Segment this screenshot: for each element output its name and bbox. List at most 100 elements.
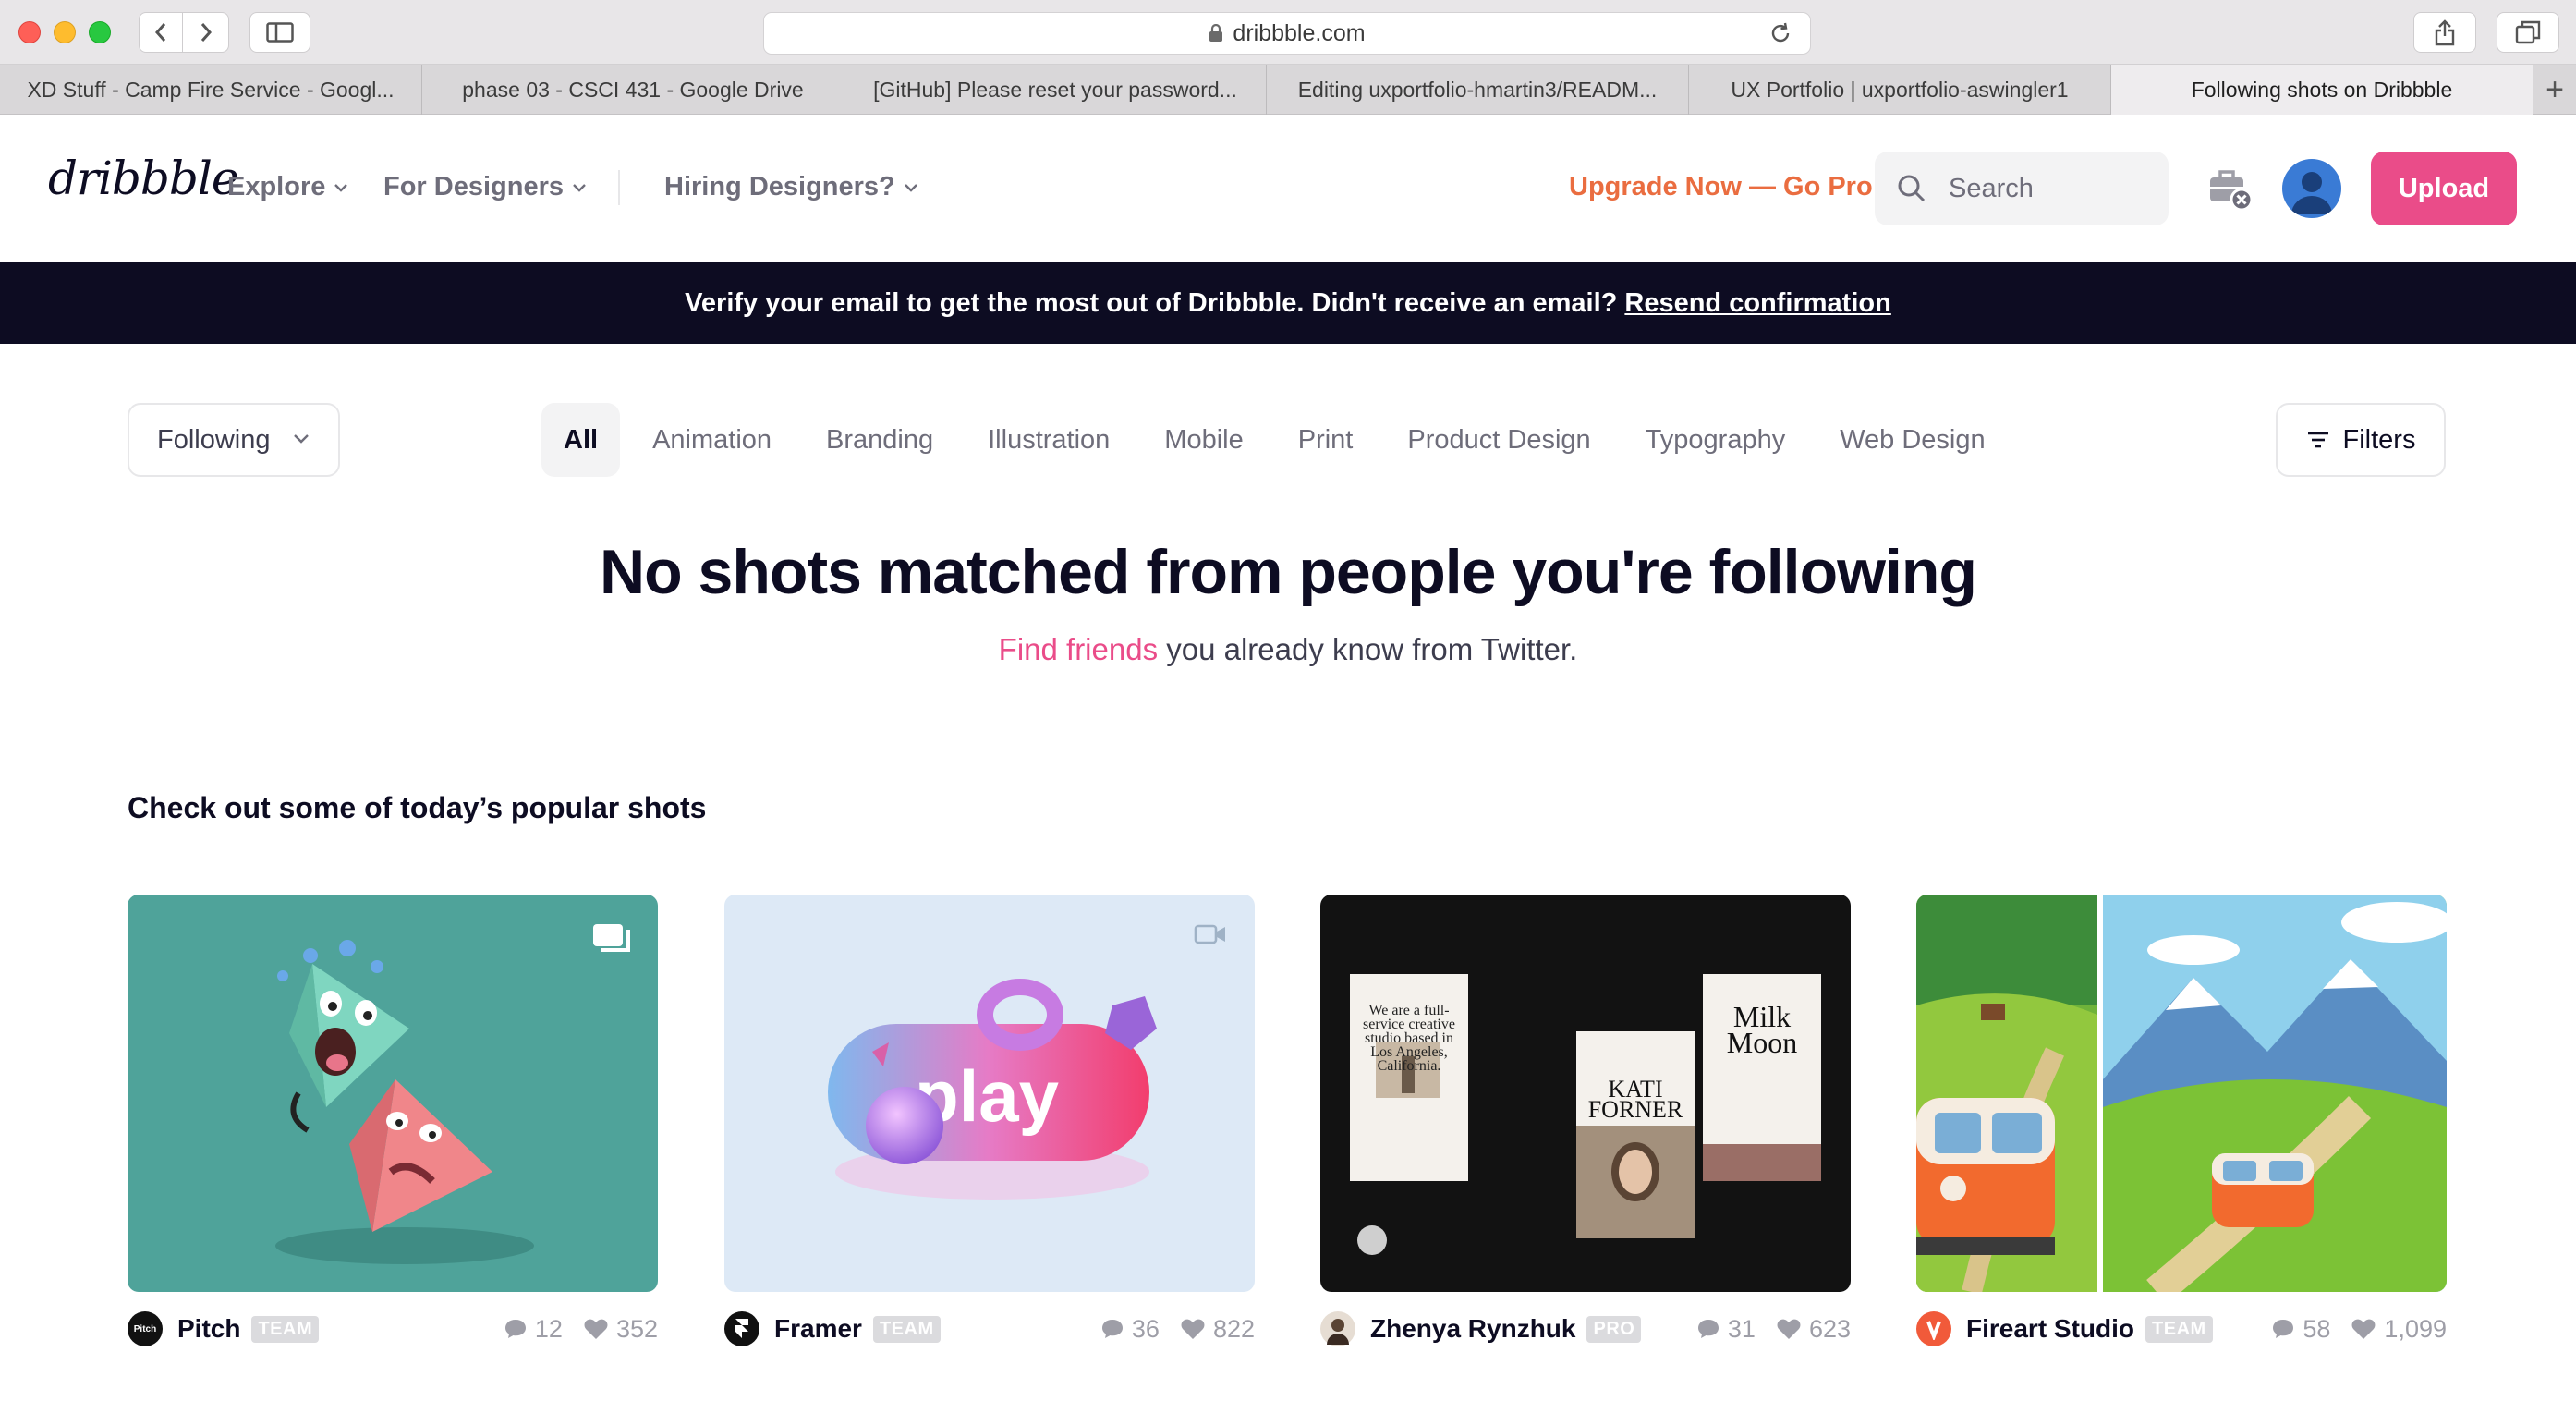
shot-stats: 12 352 (504, 1315, 658, 1344)
category-tabs: All Animation Branding Illustration Mobi… (541, 403, 2018, 477)
briefcase-icon[interactable] (2206, 164, 2253, 213)
site-header: dribbble Explore For Designers Hiring De… (0, 115, 2576, 262)
comment-count: 12 (534, 1314, 563, 1343)
shot-thumbnail[interactable]: We are a full-service creative studio ba… (1320, 895, 1851, 1292)
verify-email-banner: Verify your email to get the most out of… (0, 262, 2576, 344)
category-tab-product-design[interactable]: Product Design (1385, 403, 1612, 477)
category-tab-illustration[interactable]: Illustration (966, 403, 1132, 477)
heart-icon[interactable] (583, 1318, 609, 1340)
minimize-window-button[interactable] (54, 21, 76, 43)
browser-tab-active[interactable]: Following shots on Dribbble (2111, 65, 2533, 115)
team-avatar[interactable] (724, 1311, 759, 1346)
shot-thumbnail[interactable] (128, 895, 658, 1292)
comment-icon (2273, 1320, 2294, 1338)
sidebar-toggle-button[interactable] (249, 12, 310, 53)
comment-count: 58 (2303, 1314, 2331, 1343)
user-avatar[interactable] (2282, 159, 2341, 218)
feed-select-dropdown[interactable]: Following (128, 403, 340, 477)
dribbble-logo[interactable]: dribbble (48, 152, 239, 205)
shot-author[interactable]: Framer (774, 1314, 862, 1344)
find-friends-link[interactable]: Find friends (999, 632, 1158, 666)
comment-count: 31 (1727, 1314, 1756, 1343)
category-tab-typography[interactable]: Typography (1623, 403, 1808, 477)
category-tab-animation[interactable]: Animation (630, 403, 794, 477)
nav-hiring-designers[interactable]: Hiring Designers? (664, 172, 919, 202)
browser-tab[interactable]: [GitHub] Please reset your password... (844, 65, 1267, 115)
shot-meta: Pitch Pitch TEAM 12 352 (128, 1292, 658, 1366)
shot-stats: 58 1,099 (2271, 1315, 2447, 1344)
fireart-logo-icon (1926, 1321, 1941, 1340)
share-button[interactable] (2413, 12, 2476, 53)
category-tab-mobile[interactable]: Mobile (1142, 403, 1265, 477)
shot-illustration (275, 940, 534, 1264)
chevron-left-icon (154, 23, 166, 42)
filter-icon (2307, 432, 2328, 448)
shot-author[interactable]: Fireart Studio (1966, 1314, 2134, 1344)
close-window-button[interactable] (18, 21, 41, 43)
browser-tab[interactable]: XD Stuff - Camp Fire Service - Googl... (0, 65, 422, 115)
nav-explore[interactable]: Explore (227, 172, 349, 202)
heart-icon[interactable] (2351, 1318, 2376, 1340)
browser-tab[interactable]: UX Portfolio | uxportfolio-aswingler1 (1689, 65, 2111, 115)
forward-button[interactable] (183, 12, 229, 53)
feed-select-value: Following (157, 424, 271, 455)
search-input[interactable]: Search (1875, 152, 2169, 225)
chevron-down-icon (573, 183, 586, 192)
url-text: dribbble.com (1233, 19, 1366, 46)
heart-icon[interactable] (1180, 1318, 1206, 1340)
milk-moon-text: Milk Moon (1726, 1004, 1798, 1059)
banner-text: Verify your email to get the most out of… (685, 287, 1618, 318)
category-tab-all[interactable]: All (541, 403, 621, 477)
browser-tab[interactable]: Editing uxportfolio-hmartin3/READM... (1267, 65, 1689, 115)
filters-button[interactable]: Filters (2276, 403, 2446, 477)
video-icon (1194, 924, 1225, 944)
nav-for-designers[interactable]: For Designers (383, 172, 588, 202)
pro-badge: PRO (1586, 1315, 1642, 1343)
upload-button[interactable]: Upload (2371, 152, 2517, 225)
reload-icon[interactable] (1768, 20, 1793, 46)
framer-logo-icon (735, 1319, 748, 1338)
address-bar[interactable]: dribbble.com (763, 12, 1811, 55)
nav-hiring-label: Hiring Designers? (664, 172, 895, 201)
new-tab-button[interactable]: + (2533, 65, 2576, 115)
designer-avatar[interactable] (1320, 1311, 1355, 1346)
empty-state-subtitle-text: you already know from Twitter. (1158, 632, 1578, 666)
browser-tab[interactable]: phase 03 - CSCI 431 - Google Drive (422, 65, 844, 115)
nav-for-designers-label: For Designers (383, 172, 564, 201)
shot-illustration: We are a full-service creative studio ba… (1350, 974, 1821, 1255)
category-tab-print[interactable]: Print (1276, 403, 1376, 477)
studio-text: We are a full-service creative studio ba… (1363, 1004, 1455, 1074)
like-count: 1,099 (2384, 1314, 2447, 1343)
team-avatar[interactable]: Pitch (128, 1311, 163, 1346)
shot-meta: Fireart Studio TEAM 58 1,099 (1916, 1292, 2447, 1366)
team-badge: TEAM (251, 1315, 320, 1343)
name-text: KATI FORNER (1587, 1079, 1683, 1123)
category-tab-web-design[interactable]: Web Design (1817, 403, 2007, 477)
heart-icon[interactable] (1776, 1318, 1802, 1340)
shot-stats: 36 822 (1100, 1315, 1255, 1344)
resend-confirmation-link[interactable]: Resend confirmation (1624, 288, 1890, 319)
team-badge: TEAM (2145, 1315, 2213, 1343)
tab-bar: XD Stuff - Camp Fire Service - Googl... … (0, 65, 2576, 115)
category-tab-branding[interactable]: Branding (804, 403, 955, 477)
browser-toolbar: dribbble.com (0, 0, 2576, 65)
team-badge: TEAM (872, 1315, 941, 1343)
person-icon (1327, 1319, 1349, 1345)
chevron-down-icon (294, 434, 309, 444)
team-avatar[interactable] (1916, 1311, 1951, 1346)
shot-meta: Framer TEAM 36 822 (724, 1292, 1255, 1366)
shot-thumbnail[interactable]: play (724, 895, 1255, 1292)
comment-count: 36 (1131, 1314, 1160, 1343)
comment-icon (1101, 1320, 1123, 1338)
shot-author[interactable]: Zhenya Rynzhuk (1370, 1314, 1575, 1344)
zoom-window-button[interactable] (89, 21, 111, 43)
sidebar-icon (266, 22, 294, 43)
upgrade-pro-link[interactable]: Upgrade Now — Go Pro (1569, 172, 1873, 202)
tab-overview-button[interactable] (2497, 12, 2559, 53)
nav-divider (618, 170, 620, 205)
back-button[interactable] (139, 12, 183, 53)
shot-author[interactable]: Pitch (177, 1314, 240, 1344)
shot-card: Fireart Studio TEAM 58 1,099 (1916, 895, 2447, 1366)
share-icon (2435, 19, 2455, 46)
shot-thumbnail[interactable] (1916, 895, 2447, 1292)
